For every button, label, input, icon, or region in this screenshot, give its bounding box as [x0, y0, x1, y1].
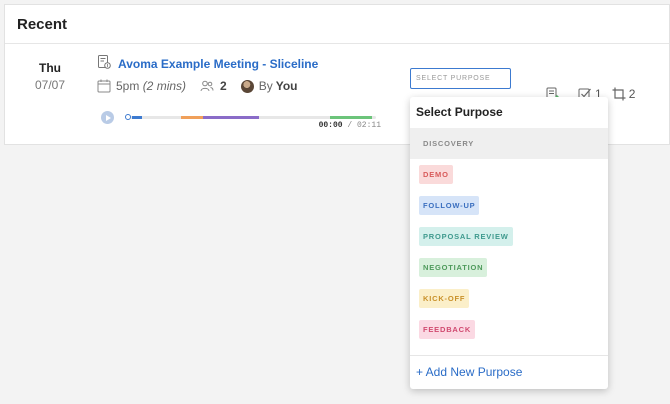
playback-current-time: 00:00	[318, 121, 343, 130]
purpose-option-negotiation[interactable]: NEGOTIATION	[410, 252, 608, 283]
purpose-tag: PROPOSAL REVIEW	[419, 227, 513, 246]
purpose-tag: DISCOVERY	[423, 139, 475, 148]
notes-document-icon	[98, 55, 111, 69]
avatar	[240, 79, 254, 93]
purpose-option-demo[interactable]: DEMO	[410, 159, 608, 190]
purpose-option-partial[interactable]	[410, 345, 608, 355]
recording-player: 00:00 / 02:11	[101, 111, 381, 133]
timeline-track[interactable]	[126, 116, 376, 119]
card-header: Recent	[5, 5, 669, 44]
purpose-list: DISCOVERY DEMO FOLLOW-UP PROPOSAL REVIEW…	[410, 128, 608, 355]
meeting-duration: (2 mins)	[142, 79, 187, 93]
purpose-option-follow-up[interactable]: FOLLOW-UP	[410, 190, 608, 221]
select-purpose-dropdown[interactable]: SELECT PURPOSE	[410, 68, 511, 89]
calendar-icon	[97, 79, 111, 93]
meeting-date: Thu 07/07	[25, 61, 75, 92]
attendees-count: 2	[220, 79, 227, 93]
purpose-tag: FOLLOW-UP	[419, 196, 480, 215]
crop-clip-icon[interactable]	[612, 87, 626, 101]
playback-total-time: / 02:11	[347, 121, 381, 130]
purpose-option-kick-off[interactable]: KICK-OFF	[410, 283, 608, 314]
dropdown-title: Select Purpose	[416, 105, 503, 119]
purpose-tag: NEGOTIATION	[419, 258, 488, 277]
meeting-day: Thu	[39, 61, 61, 75]
timeline-segment-speaker3	[203, 116, 259, 119]
meeting-meta: 5pm (2 mins) 2 By You	[97, 78, 298, 94]
timeline-scrubber-handle[interactable]	[125, 114, 131, 120]
purpose-option-discovery[interactable]: DISCOVERY	[410, 128, 608, 159]
attendees-icon	[200, 80, 214, 92]
add-new-purpose-link[interactable]: + Add New Purpose	[410, 356, 608, 388]
play-icon[interactable]	[101, 111, 114, 124]
timeline-segment-speaker2	[181, 116, 203, 119]
timeline-segment-speaker4	[330, 116, 372, 119]
purpose-option-proposal-review[interactable]: PROPOSAL REVIEW	[410, 221, 608, 252]
purpose-tag: DEMO	[419, 165, 453, 184]
purpose-option-feedback[interactable]: FEEDBACK	[410, 314, 608, 345]
meeting-date-value: 07/07	[34, 78, 66, 92]
purpose-tag: KICK-OFF	[419, 289, 470, 308]
organizer-by-label: By	[258, 79, 273, 93]
timeline-segment-speaker1	[132, 116, 142, 119]
purpose-dropdown-menu: Select Purpose DISCOVERY DEMO FOLLOW-UP …	[410, 97, 608, 389]
organizer-name: You	[275, 79, 298, 93]
clips-count: 2	[628, 87, 636, 101]
meeting-time: 5pm	[116, 79, 140, 93]
purpose-tag: FEEDBACK	[419, 320, 476, 339]
playback-time: 00:00 / 02:11	[319, 121, 381, 130]
section-title: Recent	[17, 16, 68, 33]
meeting-title-link[interactable]: Avoma Example Meeting - Sliceline	[118, 57, 318, 71]
